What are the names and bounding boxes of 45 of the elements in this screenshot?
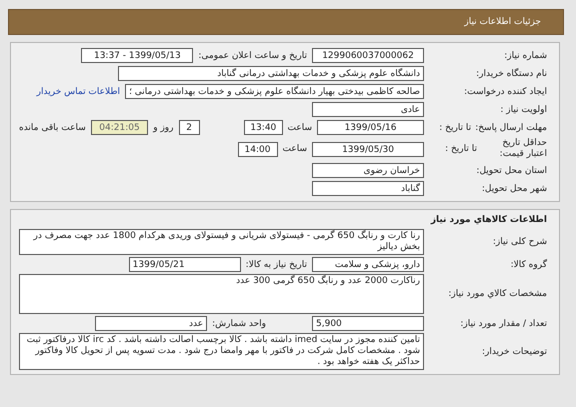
field-label: شرح کلی نیاز: — [492, 237, 548, 247]
buyer-field: دانشگاه علوم پزشکی و خدمات بهداشتی درمانی گناباد — [118, 66, 424, 81]
description-field: رنا کارت و رنابگ 650 گرمی - فیستولای شریانی و فیستولای وریدی هرکدام 1800 عدد جهت مصرف در بخش دیالیز — [19, 229, 424, 255]
goods-group-field: دارو، پزشکی و سلامت — [312, 257, 424, 272]
quantity-field: 5,900 — [312, 316, 424, 331]
field-label: گروه کالا: — [510, 260, 548, 270]
need-date-field: 1399/05/21 — [128, 257, 241, 272]
field-label: روز و — [153, 122, 174, 132]
field-label: استان محل تحویل: — [475, 166, 548, 176]
field-label: تا تاریخ : — [439, 122, 472, 132]
field-label: تا تاریخ : — [445, 144, 477, 154]
field-label: مشخصات کالاي مورد نیاز: — [447, 289, 548, 299]
buyer-contact-link[interactable]: اطلاعات تماس خریدار — [36, 86, 120, 96]
city-field: گناباد — [312, 181, 424, 196]
field-label: تاریخ و ساعت اعلان عمومی: — [198, 50, 307, 60]
field-label: ساعت باقی مانده — [18, 122, 86, 132]
need-number-field: 1299060037000062 — [312, 48, 424, 63]
priority-field: عادی — [312, 102, 424, 117]
validity-date-field: 1399/05/30 — [312, 142, 424, 156]
field-label: شماره نیاز: — [503, 50, 548, 60]
section-title: اطلاعات کالاهاي مورد نیاز — [430, 214, 548, 227]
requester-field: صالحه کاظمی بیدختی بهیار دانشگاه علوم پزشکی و خدمات بهداشتی درمانی ؛ — [125, 84, 424, 99]
field-label: ساعت — [288, 122, 312, 132]
field-label: شهر محل تحویل: — [480, 184, 548, 194]
deadline-date-field: 1399/05/16 — [317, 120, 424, 135]
field-label: واحد شمارش: — [212, 318, 266, 328]
page-header: جزئیات اطلاعات نیاز — [8, 9, 564, 35]
field-label: ایجاد کننده درخواست: — [463, 86, 548, 96]
specs-field: رناکارت 2000 عدد و رنابگ 650 گرمی 300 عدد — [19, 274, 424, 314]
field-label: تاریخ نیاز به کالا: — [246, 260, 307, 270]
field-label: نام دستگاه خریدار: — [475, 68, 548, 78]
province-field: خراسان رضوی — [312, 163, 424, 178]
field-label: مهلت ارسال پاسخ: — [475, 122, 547, 132]
announce-date-field: 1399/05/13 - 13:37 — [81, 48, 194, 63]
field-label: اولویت نیاز : — [499, 104, 548, 114]
remaining-time-field: 04:21:05 — [90, 120, 148, 135]
unit-field: عدد — [95, 316, 208, 331]
notes-field: تامین کننده مجوز در سایت imed داشته باشد . کالا برچسب اصالت داشته باشد . کد irc کالا درفاکتور ثبت شود . مشخصات کامل شرکت در فاکتور با مهر وامضا درج شود . مدت تسویه پس از تحویل کالا وفاکتور حداکثر یک هفته خواهد بود . — [19, 333, 424, 370]
field-label: حداقل تاریخ اعتبار قیمت: — [498, 138, 547, 160]
field-label: تعداد / مقدار مورد نیاز: — [459, 318, 548, 328]
field-label: توضیحات خریدار: — [480, 346, 548, 356]
field-label: ساعت — [282, 144, 307, 154]
deadline-time-field: 13:40 — [244, 120, 283, 135]
days-field: 2 — [178, 120, 200, 135]
validity-time-field: 14:00 — [238, 142, 278, 156]
